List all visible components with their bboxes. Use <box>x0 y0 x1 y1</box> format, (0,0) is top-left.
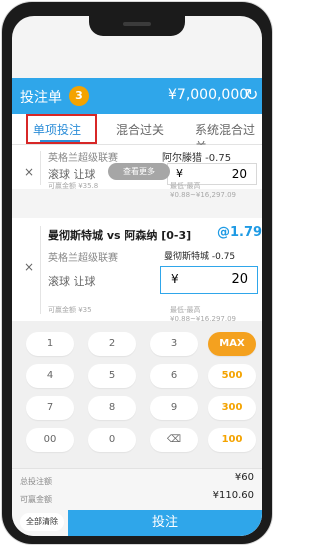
tab-mixed-parlay[interactable]: 混合过关 <box>116 121 164 138</box>
league-name: 英格兰超级联赛 <box>48 153 118 164</box>
bet-count-badge: 3 <box>69 86 89 106</box>
remove-bet-icon[interactable]: × <box>24 260 34 274</box>
keypad-key-3[interactable]: 3 <box>150 332 198 356</box>
betslip-title: 投注单 <box>20 90 62 106</box>
place-bet-button[interactable]: 投注 <box>68 510 262 536</box>
bet-list: × 英格兰超级联赛 阿尔滕猎 -0.75 滚球 让球 ¥ 20 可赢金额 ¥35… <box>12 145 262 323</box>
speaker-grille <box>123 22 151 26</box>
backspace-icon[interactable]: ⌫ <box>150 428 198 452</box>
divider <box>40 151 41 185</box>
betslip-tabs: 单项投注 混合过关 系统混合过关 <box>12 114 262 154</box>
possible-win: 可赢金额 ¥35.8 <box>48 182 99 190</box>
quick-amount-300[interactable]: 300 <box>208 396 256 420</box>
currency-symbol: ¥ <box>171 272 179 286</box>
currency-symbol: ¥ <box>176 167 183 180</box>
keypad-key-00[interactable]: 00 <box>26 428 74 452</box>
min-max-range: 最低-最高 ¥0.88~¥16,297.09 <box>170 182 236 199</box>
potential-win-value: ¥110.60 <box>212 490 254 501</box>
quick-amount-500[interactable]: 500 <box>208 364 256 388</box>
bet-item: × 曼彻斯特城 vs 阿森纳 [0-3] @1.79 英格兰超级联赛 曼彻斯特城… <box>12 218 262 323</box>
possible-win: 可赢金额 ¥35 <box>48 306 92 314</box>
max-button[interactable]: MAX <box>208 332 256 356</box>
betslip-actions: 全部清除 投注 <box>12 509 262 536</box>
odds-value: @1.79 <box>217 225 262 240</box>
betslip-header: 投注单 3 ¥7,000,000 ↻ <box>12 78 262 114</box>
view-more-button[interactable]: 查看更多 <box>108 163 170 180</box>
keypad-key-9[interactable]: 9 <box>150 396 198 420</box>
quick-amount-100[interactable]: 100 <box>208 428 256 452</box>
phone-frame: 投注单 3 ¥7,000,000 ↻ 单项投注 混合过关 系统混合过关 × 英格… <box>2 2 272 544</box>
total-stake-label: 总投注额 <box>20 477 52 486</box>
keypad-key-6[interactable]: 6 <box>150 364 198 388</box>
clear-all-button[interactable]: 全部清除 <box>20 513 64 531</box>
refresh-icon[interactable]: ↻ <box>245 85 258 104</box>
team-line: 阿尔滕猎 -0.75 <box>162 153 232 164</box>
match-title: 曼彻斯特城 vs 阿森纳 [0-3] <box>48 229 192 242</box>
keypad-key-2[interactable]: 2 <box>88 332 136 356</box>
keypad-key-5[interactable]: 5 <box>88 364 136 388</box>
bet-type: 滚球 让球 <box>48 168 96 181</box>
app-screen: 投注单 3 ¥7,000,000 ↻ 单项投注 混合过关 系统混合过关 × 英格… <box>12 16 262 536</box>
keypad-key-1[interactable]: 1 <box>26 332 74 356</box>
bet-summary: 总投注额 ¥60 可赢金额 ¥110.60 <box>12 468 262 510</box>
number-keypad: 1 2 3 MAX 4 5 6 500 7 8 9 300 00 0 ⌫ 100 <box>12 321 262 468</box>
phone-notch <box>89 16 185 36</box>
team-line: 曼彻斯特城 -0.75 <box>164 252 236 262</box>
bet-type: 滚球 让球 <box>48 275 96 288</box>
tab-underline <box>40 140 80 142</box>
total-stake-value: ¥60 <box>234 472 254 483</box>
stake-value: 20 <box>231 272 248 287</box>
potential-win-label: 可赢金额 <box>20 495 52 504</box>
keypad-key-8[interactable]: 8 <box>88 396 136 420</box>
stake-input[interactable]: ¥ 20 <box>160 266 258 294</box>
divider <box>40 226 41 314</box>
stake-value: 20 <box>231 167 247 181</box>
keypad-key-4[interactable]: 4 <box>26 364 74 388</box>
league-name: 英格兰超级联赛 <box>48 253 118 264</box>
remove-bet-icon[interactable]: × <box>24 165 34 179</box>
balance-amount: ¥7,000,000 <box>168 87 249 103</box>
keypad-key-7[interactable]: 7 <box>26 396 74 420</box>
bet-item: × 英格兰超级联赛 阿尔滕猎 -0.75 滚球 让球 ¥ 20 可赢金额 ¥35… <box>12 145 262 199</box>
keypad-key-0[interactable]: 0 <box>88 428 136 452</box>
